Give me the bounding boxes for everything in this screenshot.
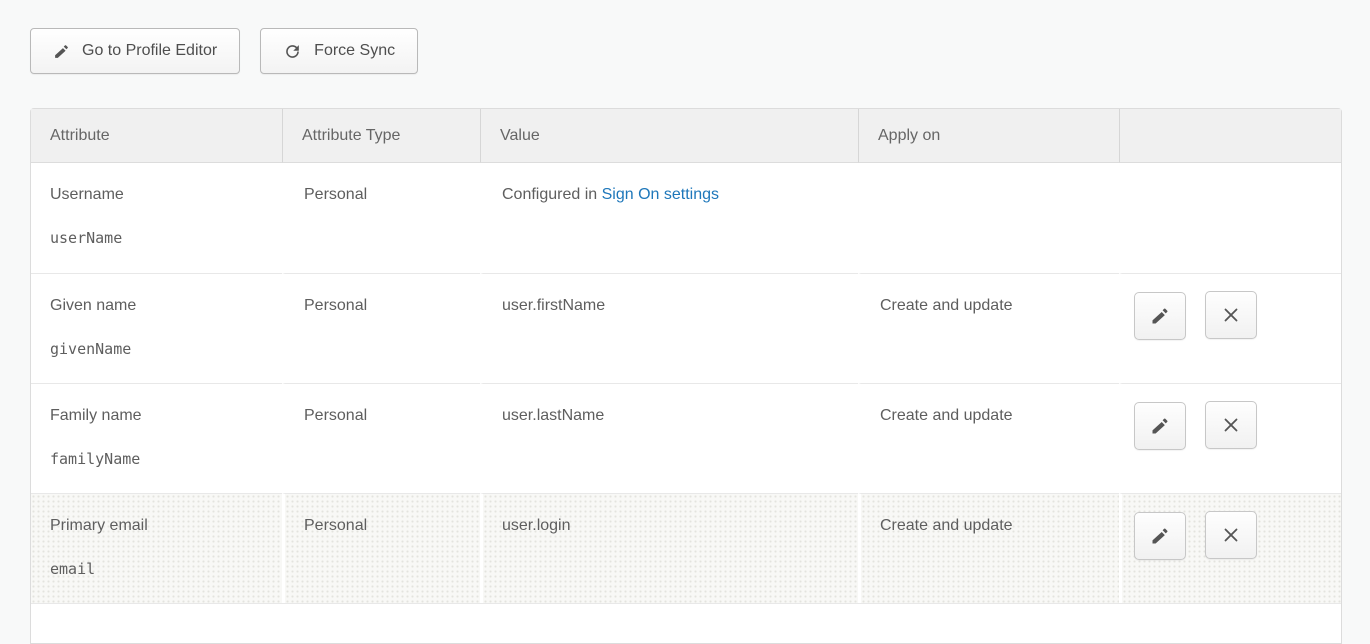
attribute-label: Given name — [50, 297, 272, 315]
attribute-row: Family name familyName Personal user.las… — [31, 383, 1341, 493]
pencil-icon — [1150, 416, 1170, 436]
attribute-label: Username — [50, 186, 272, 204]
value-text: user.lastName — [502, 407, 604, 424]
pencil-icon — [1150, 306, 1170, 326]
attribute-cell: Primary email email — [31, 493, 282, 603]
go-to-profile-editor-label: Go to Profile Editor — [82, 42, 217, 60]
apply-on-cell: Create and update — [858, 273, 1119, 383]
empty-next-row — [31, 603, 1341, 643]
attribute-type-cell: Personal — [282, 383, 480, 493]
attribute-type-cell: Personal — [282, 493, 480, 603]
go-to-profile-editor-button[interactable]: Go to Profile Editor — [30, 28, 240, 74]
value-cell: Configured in Sign On settings — [480, 163, 858, 273]
refresh-icon — [283, 42, 302, 61]
attribute-label: Family name — [50, 407, 272, 425]
force-sync-label: Force Sync — [314, 42, 395, 60]
attribute-type-cell: Personal — [282, 163, 480, 273]
apply-on-cell — [858, 163, 1119, 273]
attribute-type-cell: Personal — [282, 273, 480, 383]
pencil-icon — [1150, 526, 1170, 546]
value-text: user.login — [502, 517, 571, 534]
edit-attribute-button[interactable] — [1134, 402, 1186, 450]
remove-attribute-button[interactable] — [1205, 511, 1257, 559]
remove-attribute-button[interactable] — [1205, 291, 1257, 339]
attribute-variable-name: email — [50, 560, 272, 578]
row-actions — [1119, 273, 1341, 383]
row-actions — [1119, 493, 1341, 603]
row-actions — [1119, 383, 1341, 493]
header-actions — [1119, 109, 1341, 163]
page: Go to Profile Editor Force Sync Attribut… — [0, 0, 1370, 644]
attribute-row: Given name givenName Personal user.first… — [31, 273, 1341, 383]
attributes-table: Attribute Attribute Type Value Apply on … — [30, 108, 1342, 644]
header-attribute: Attribute — [31, 109, 282, 163]
remove-attribute-button[interactable] — [1205, 401, 1257, 449]
attribute-row: Username userName Personal Configured in… — [31, 163, 1341, 273]
header-attribute-type: Attribute Type — [282, 109, 480, 163]
table-header-row: Attribute Attribute Type Value Apply on — [31, 109, 1341, 163]
close-icon — [1220, 414, 1242, 436]
value-cell: user.lastName — [480, 383, 858, 493]
sign-on-settings-link[interactable]: Sign On settings — [602, 186, 719, 203]
close-icon — [1220, 304, 1242, 326]
value-cell: user.login — [480, 493, 858, 603]
attribute-cell: Family name familyName — [31, 383, 282, 493]
close-icon — [1220, 524, 1242, 546]
value-text: user.firstName — [502, 297, 605, 314]
pencil-icon — [53, 43, 70, 60]
value-prefix: Configured in — [502, 186, 602, 203]
table-body: Username userName Personal Configured in… — [31, 163, 1341, 643]
force-sync-button[interactable]: Force Sync — [260, 28, 418, 74]
attribute-variable-name: userName — [50, 229, 272, 247]
edit-attribute-button[interactable] — [1134, 512, 1186, 560]
header-apply-on: Apply on — [858, 109, 1119, 163]
toolbar: Go to Profile Editor Force Sync — [30, 28, 1370, 74]
apply-on-cell: Create and update — [858, 383, 1119, 493]
apply-on-cell: Create and update — [858, 493, 1119, 603]
attribute-cell: Username userName — [31, 163, 282, 273]
attribute-variable-name: givenName — [50, 340, 272, 358]
attribute-row: Primary email email Personal user.login … — [31, 493, 1341, 603]
attribute-cell: Given name givenName — [31, 273, 282, 383]
value-cell: user.firstName — [480, 273, 858, 383]
attribute-label: Primary email — [50, 517, 272, 535]
attribute-variable-name: familyName — [50, 450, 272, 468]
header-value: Value — [480, 109, 858, 163]
edit-attribute-button[interactable] — [1134, 292, 1186, 340]
